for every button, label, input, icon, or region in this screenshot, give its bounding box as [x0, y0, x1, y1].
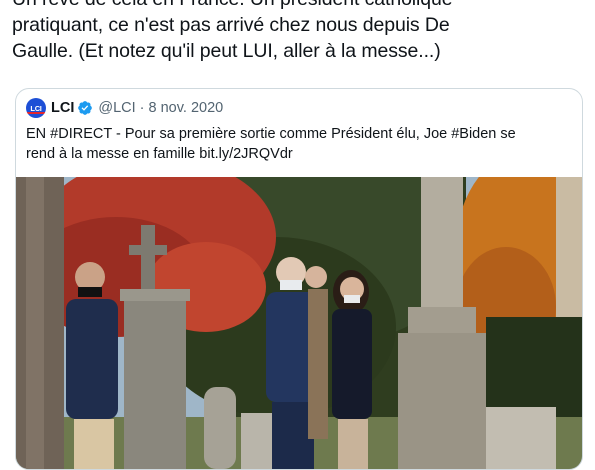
tweet-text-line: pratiquant, ce n'est pas arrivé chez nou…: [12, 14, 450, 36]
tweet-text-line: Un rêve de cela en France. Un président …: [12, 0, 587, 12]
quoted-tweet-card[interactable]: LCI LCI @LCI · 8 nov. 2020 EN #DIRECT - …: [15, 88, 583, 470]
tweet-photo[interactable]: [16, 177, 582, 469]
quoted-tweet-text-line: EN #DIRECT - Pour sa première sortie com…: [26, 126, 516, 142]
separator-dot: ·: [139, 100, 145, 116]
avatar-logo-text: LCI: [30, 103, 42, 113]
author-handle[interactable]: @LCI: [98, 100, 135, 116]
author-name[interactable]: LCI: [51, 100, 74, 116]
tweet-text: Un rêve de cela en France. Un président …: [12, 0, 587, 64]
tweet-date[interactable]: 8 nov. 2020: [149, 100, 224, 116]
avatar[interactable]: LCI: [26, 98, 46, 118]
quoted-tweet-header: LCI LCI @LCI · 8 nov. 2020: [26, 98, 223, 118]
quoted-tweet-text-line: rend à la messe en famille bit.ly/2JRQVd…: [26, 146, 293, 162]
quoted-tweet-text: EN #DIRECT - Pour sa première sortie com…: [26, 124, 571, 164]
tweet-text-line: Gaulle. (Et notez qu'il peut LUI, aller …: [12, 40, 441, 62]
verified-badge-icon: [78, 101, 93, 115]
